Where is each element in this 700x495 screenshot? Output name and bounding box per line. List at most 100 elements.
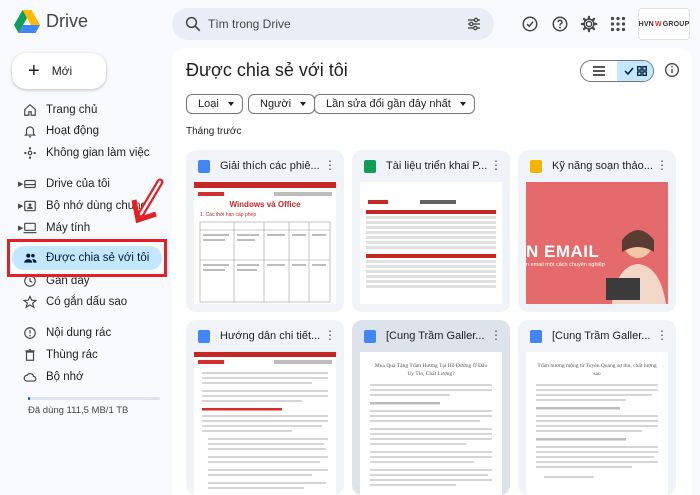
expand-caret-icon[interactable]: ▶ [18, 224, 23, 232]
grid-view-icon [636, 66, 647, 76]
file-card[interactable]: Giải thích các phiê... ⋮ Windows và Offi… [186, 150, 344, 312]
more-options-icon[interactable]: ⋮ [490, 329, 502, 341]
more-options-icon[interactable]: ⋮ [324, 159, 336, 171]
thumbnail-subheading: 1. Các thời hạn cấp phép [200, 212, 257, 218]
thumbnail-heading: Trầm hương mộng từ Tuyên Quang sự thu, c… [537, 363, 657, 377]
file-thumbnail [194, 352, 336, 495]
file-title: Giải thích các phiê... [220, 160, 320, 172]
file-card[interactable]: Hướng dẫn chi tiết... ⋮ [186, 320, 344, 495]
filter-chip-people[interactable]: Người [248, 94, 316, 114]
file-card[interactable]: [Cung Trầm Galler... ⋮ Trầm hương mộng t… [518, 320, 676, 495]
file-title: Kỹ năng soạn thảo... [552, 160, 653, 172]
file-title: Hướng dẫn chi tiết... [220, 330, 321, 342]
sidebar-item-trash[interactable]: Thùng rác [14, 344, 162, 366]
settings-gear-icon[interactable] [579, 14, 599, 34]
sidebar-item-starred[interactable]: Có gắn dấu sao [14, 291, 162, 313]
view-toggle [580, 60, 654, 82]
filter-chip-modified[interactable]: Lần sửa đổi gần đây nhất [314, 94, 475, 114]
thumbnail-heading: Windows và Office [229, 200, 301, 209]
page-title: Được chia sẻ với tôi [186, 60, 348, 80]
filter-chip-type[interactable]: Loại [186, 94, 243, 114]
search-bar[interactable] [172, 8, 494, 40]
search-input[interactable] [208, 14, 448, 34]
google-docs-icon [198, 160, 210, 173]
star-icon [23, 295, 37, 309]
sidebar-item-label: Thùng rác [46, 349, 98, 361]
annotation-highlight-box [7, 239, 167, 277]
computer-icon [23, 221, 37, 235]
file-thumbnail: Windows và Office 1. Các thời hạn cấp ph… [194, 182, 336, 304]
bell-icon [23, 124, 37, 138]
file-card[interactable]: Kỹ năng soạn thảo... ⋮ N EMAIL n email m… [518, 150, 676, 312]
drive-logo[interactable]: Drive [14, 10, 88, 33]
plus-icon: + [28, 60, 40, 82]
grid-view-button[interactable] [617, 61, 653, 81]
file-card[interactable]: [Cung Trầm Galler... ⋮ Mua Quà Tặng Trầm… [352, 320, 510, 495]
sidebar-item-label: Máy tính [46, 222, 91, 234]
dropdown-arrow-icon [227, 102, 234, 106]
home-icon [23, 103, 37, 117]
sidebar-item-label: Bộ nhớ [46, 371, 84, 383]
filter-options-icon[interactable] [466, 16, 482, 32]
shared-drive-icon [23, 199, 37, 213]
check-icon [623, 67, 634, 75]
app-name: Drive [46, 11, 89, 31]
list-view-button[interactable] [581, 61, 617, 81]
dropdown-arrow-icon [300, 102, 307, 106]
list-view-icon [593, 66, 605, 76]
file-thumbnail: Mua Quà Tặng Trầm Hương Tại Hồ Đường Ở Đ… [360, 352, 502, 495]
new-button[interactable]: + Mới [12, 53, 106, 89]
more-options-icon[interactable]: ⋮ [656, 159, 668, 171]
spam-icon [23, 326, 37, 340]
google-sheets-icon [364, 160, 376, 173]
storage-usage-text: Đã dùng 111,5 MB/1 TB [28, 405, 129, 416]
file-thumbnail: Trầm hương mộng từ Tuyên Quang sự thu, c… [526, 352, 668, 495]
annotation-arrow-icon [131, 178, 164, 224]
sidebar-item-storage[interactable]: Bộ nhớ [14, 366, 162, 388]
storage-usage-bar [28, 397, 160, 400]
sidebar-item-label: Nội dung rác [46, 327, 112, 339]
account-button[interactable]: HVN W GROUP [638, 8, 690, 40]
workspace-icon [23, 146, 37, 160]
storage-usage-fill [28, 397, 30, 400]
sidebar-item-label: Không gian làm việc [46, 147, 150, 159]
new-button-label: Mới [51, 64, 73, 78]
apps-grid-icon[interactable] [608, 14, 628, 34]
offline-ready-icon[interactable] [520, 14, 540, 34]
cloud-icon [23, 370, 37, 384]
more-options-icon[interactable]: ⋮ [656, 329, 668, 341]
thumbnail-subtext: n email một cách chuyên nghiệp [526, 262, 605, 268]
thumbnail-text: N EMAIL [526, 242, 600, 261]
account-label-post: GROUP [662, 20, 690, 28]
file-thumbnail: N EMAIL n email một cách chuyên nghiệp [526, 182, 668, 304]
sidebar-item-spam[interactable]: Nội dung rác [14, 322, 162, 344]
expand-caret-icon[interactable]: ▶ [18, 202, 23, 210]
google-slides-icon [530, 160, 542, 173]
file-title: [Cung Trầm Galler... [552, 330, 651, 342]
sidebar-item-activity[interactable]: Hoạt động [14, 120, 162, 142]
file-card[interactable]: Tài liệu triển khai P... ⋮ [352, 150, 510, 312]
google-docs-icon [530, 330, 542, 343]
trash-icon [23, 348, 37, 362]
sidebar-item-home[interactable]: Trang chủ [14, 99, 162, 121]
section-label: Tháng trước [186, 126, 242, 137]
sidebar-item-label: Trang chủ [46, 104, 98, 116]
google-docs-icon [198, 330, 210, 343]
drive-logo-icon [14, 10, 40, 33]
filter-chip-label: Lần sửa đổi gần đây nhất [326, 98, 451, 110]
info-icon[interactable] [664, 62, 680, 78]
top-bar: Drive HVN W GROUP [0, 0, 700, 48]
search-icon[interactable] [184, 15, 202, 33]
file-thumbnail [360, 182, 502, 304]
google-docs-icon [364, 330, 376, 343]
help-icon[interactable] [550, 14, 570, 34]
account-label-mark: W [654, 20, 662, 28]
thumbnail-heading: Mua Quà Tặng Trầm Hương Tại Hồ Đường Ở Đ… [374, 363, 488, 377]
expand-caret-icon[interactable]: ▶ [18, 180, 23, 188]
more-options-icon[interactable]: ⋮ [490, 159, 502, 171]
sidebar-item-label: Có gắn dấu sao [46, 296, 128, 308]
sidebar-item-workspaces[interactable]: Không gian làm việc [14, 142, 162, 164]
more-options-icon[interactable]: ⋮ [324, 329, 336, 341]
sidebar-item-label: Drive của tôi [46, 178, 110, 190]
file-title: Tài liệu triển khai P... [386, 160, 488, 172]
